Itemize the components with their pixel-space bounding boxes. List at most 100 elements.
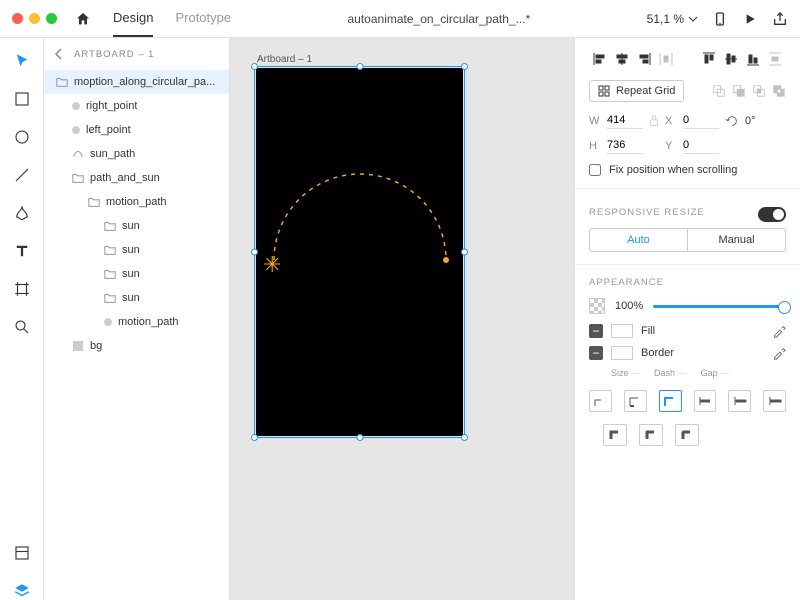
y-input[interactable] — [683, 137, 719, 154]
layer-row-sun[interactable]: sun — [44, 286, 229, 310]
resize-mode-segment[interactable]: Auto Manual — [589, 228, 786, 252]
fix-scroll-label: Fix position when scrolling — [609, 164, 737, 176]
resize-handle-mr[interactable] — [461, 249, 468, 256]
fix-scroll-checkbox[interactable] — [589, 164, 601, 176]
stroke-align-3[interactable] — [659, 390, 682, 412]
cap-butt[interactable] — [694, 390, 717, 412]
back-icon[interactable] — [54, 48, 64, 60]
layer-label: path_and_sun — [90, 172, 160, 184]
layer-label: sun — [122, 268, 140, 280]
align-middle-icon[interactable] — [720, 48, 742, 70]
width-input[interactable] — [607, 112, 643, 129]
boolean-exclude-icon[interactable] — [772, 83, 786, 99]
resize-auto-option[interactable]: Auto — [590, 229, 688, 251]
layer-row-sun[interactable]: sun — [44, 262, 229, 286]
align-top-icon[interactable] — [698, 48, 720, 70]
resize-handle-tl[interactable] — [251, 63, 258, 70]
layer-label: motion_path — [106, 196, 167, 208]
document-title: autoanimate_on_circular_path_...* — [231, 12, 647, 26]
height-label: H — [589, 140, 601, 152]
layer-row-bg[interactable]: bg — [44, 334, 229, 358]
text-tool-icon[interactable] — [13, 242, 31, 260]
layer-row-path-and-sun[interactable]: path_and_sun — [44, 166, 229, 190]
line-tool-icon[interactable] — [13, 166, 31, 184]
distribute-h-icon[interactable] — [655, 48, 677, 70]
join-round[interactable] — [639, 424, 663, 446]
rotate-icon[interactable] — [725, 114, 739, 128]
height-input[interactable] — [607, 137, 643, 154]
appearance-section-label: APPEARANCE — [589, 277, 786, 288]
layers-panel-icon[interactable] — [13, 582, 31, 600]
eyedropper-icon[interactable] — [772, 324, 786, 338]
boolean-add-icon[interactable] — [712, 83, 726, 99]
rectangle-tool-icon[interactable] — [13, 90, 31, 108]
zoom-value: 51,1 % — [647, 12, 684, 26]
artboard-tool-icon[interactable] — [13, 280, 31, 298]
layer-row-motion-path[interactable]: motion_path — [44, 190, 229, 214]
distribute-v-icon[interactable] — [764, 48, 786, 70]
zoom-control[interactable]: 51,1 % — [647, 12, 698, 26]
stroke-align-1[interactable] — [589, 390, 612, 412]
align-center-h-icon[interactable] — [611, 48, 633, 70]
rotation-value[interactable]: 0° — [745, 115, 756, 127]
opacity-slider[interactable] — [653, 305, 786, 308]
align-bottom-icon[interactable] — [742, 48, 764, 70]
minimize-window-button[interactable] — [29, 13, 40, 24]
close-window-button[interactable] — [12, 13, 23, 24]
breadcrumb[interactable]: ARTBOARD – 1 — [74, 49, 154, 60]
zoom-tool-icon[interactable] — [13, 318, 31, 336]
layer-row-sun[interactable]: sun — [44, 214, 229, 238]
lock-aspect-icon[interactable] — [649, 114, 659, 127]
resize-manual-option[interactable]: Manual — [688, 229, 785, 251]
opacity-value[interactable]: 100% — [615, 300, 643, 312]
resize-handle-br[interactable] — [461, 434, 468, 441]
resize-handle-ml[interactable] — [251, 249, 258, 256]
tab-prototype[interactable]: Prototype — [175, 0, 231, 37]
fill-swatch[interactable] — [611, 324, 633, 338]
share-icon[interactable] — [772, 11, 788, 27]
eyedropper-icon[interactable] — [772, 346, 786, 360]
mobile-preview-icon[interactable] — [712, 11, 728, 27]
canvas[interactable]: Artboard – 1 ✳ — [230, 38, 574, 600]
resize-handle-tr[interactable] — [461, 63, 468, 70]
border-swatch[interactable] — [611, 346, 633, 360]
stroke-align-2[interactable] — [624, 390, 647, 412]
align-left-icon[interactable] — [589, 48, 611, 70]
join-bevel[interactable] — [675, 424, 699, 446]
boolean-intersect-icon[interactable] — [752, 83, 766, 99]
home-icon[interactable] — [75, 11, 91, 27]
layer-row-right-point[interactable]: right_point — [44, 94, 229, 118]
ellipse-tool-icon[interactable] — [13, 128, 31, 146]
pen-tool-icon[interactable] — [13, 204, 31, 222]
play-icon[interactable] — [742, 11, 758, 27]
layer-row-moption-along-circular-pa-[interactable]: moption_along_circular_pa... — [44, 70, 229, 94]
tab-design[interactable]: Design — [113, 0, 153, 37]
artboard-label[interactable]: Artboard – 1 — [257, 54, 312, 65]
repeat-grid-button[interactable]: Repeat Grid — [589, 80, 684, 102]
resize-handle-tm[interactable] — [356, 63, 363, 70]
join-miter[interactable] — [603, 424, 627, 446]
layer-label: right_point — [86, 100, 137, 112]
remove-border-button[interactable]: − — [589, 346, 603, 360]
remove-fill-button[interactable]: − — [589, 324, 603, 338]
responsive-section-label: RESPONSIVE RESIZE — [589, 207, 705, 218]
align-right-icon[interactable] — [633, 48, 655, 70]
cap-square[interactable] — [763, 390, 786, 412]
chevron-down-icon — [688, 16, 698, 22]
layer-row-sun[interactable]: sun — [44, 238, 229, 262]
resize-handle-bm[interactable] — [356, 434, 363, 441]
select-tool-icon[interactable] — [13, 52, 31, 70]
responsive-toggle[interactable] — [758, 207, 786, 222]
layer-label: bg — [90, 340, 102, 352]
layer-row-motion-path[interactable]: motion_path — [44, 310, 229, 334]
x-input[interactable] — [683, 112, 719, 129]
assets-panel-icon[interactable] — [13, 544, 31, 562]
boolean-subtract-icon[interactable] — [732, 83, 746, 99]
maximize-window-button[interactable] — [46, 13, 57, 24]
layer-row-left-point[interactable]: left_point — [44, 118, 229, 142]
cap-round[interactable] — [728, 390, 751, 412]
resize-handle-bl[interactable] — [251, 434, 258, 441]
layer-row-sun-path[interactable]: sun_path — [44, 142, 229, 166]
layer-label: moption_along_circular_pa... — [74, 76, 215, 88]
selection-bounds — [254, 66, 465, 438]
